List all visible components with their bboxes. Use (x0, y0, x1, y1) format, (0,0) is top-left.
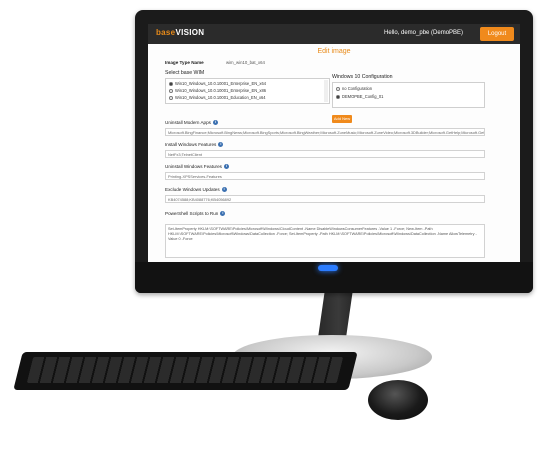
exclude-updates-input[interactable]: KB4074588;KB4088776;KB4056892 (165, 195, 485, 203)
screen: baseVISION Hello, demo_pbe (DemoPBE) Log… (148, 24, 520, 262)
base-wim-list[interactable]: Win10_Windows_10.0.10001_Enterprise_EN_x… (165, 78, 330, 104)
add-config-button[interactable]: Add New (332, 115, 352, 123)
mouse (368, 380, 428, 420)
uninstall-apps-label: Uninstall Modern Apps i (165, 120, 218, 126)
uninstall-features-input[interactable]: Printing-XPSServices-Features (165, 172, 485, 180)
info-icon[interactable]: i (218, 142, 224, 148)
powershell-textarea[interactable]: Set-ItemProperty HKLM:\SOFTWARE\Policies… (165, 224, 485, 258)
page-title: Edit image (317, 48, 351, 55)
install-features-input[interactable]: NetFx3;TelnetClient (165, 150, 485, 158)
win10-config-label: Windows 10 Configuration (332, 74, 393, 80)
info-icon[interactable]: i (223, 164, 229, 170)
powershell-label: PowerShell Scripts to Run i (165, 211, 226, 217)
base-wim-label: Select base WIM (165, 70, 205, 76)
logout-button[interactable]: Logout (480, 27, 514, 41)
brand-logo[interactable]: baseVISION (156, 28, 204, 37)
radio-icon[interactable] (169, 88, 173, 93)
radio-selected-icon[interactable] (169, 81, 173, 86)
info-icon[interactable]: i (212, 120, 218, 126)
win10-config-option[interactable]: DEMOPBE_Config_01 (336, 94, 383, 99)
radio-selected-icon[interactable] (336, 94, 340, 99)
radio-icon[interactable] (336, 86, 340, 91)
win10-config-option[interactable]: no Configuration (336, 86, 372, 91)
top-navbar: baseVISION Hello, demo_pbe (DemoPBE) Log… (148, 24, 520, 44)
uninstall-features-label: Uninstall Windows Features i (165, 164, 229, 170)
base-wim-option[interactable]: Win10_Windows_10.0.10001_Education_EN_x6… (169, 95, 266, 100)
image-type-label: Image Type Name (165, 60, 204, 65)
info-icon[interactable]: i (220, 211, 226, 217)
list-scrollbar[interactable] (324, 80, 328, 102)
user-greeting: Hello, demo_pbe (DemoPBE) (384, 30, 464, 36)
radio-icon[interactable] (169, 95, 173, 100)
uninstall-apps-input[interactable]: Microsoft.BingFinance;Microsoft.BingNews… (165, 128, 485, 136)
keyboard-keys (26, 357, 344, 383)
workstation-scene: baseVISION Hello, demo_pbe (DemoPBE) Log… (0, 0, 541, 452)
info-icon[interactable]: i (221, 187, 227, 193)
image-type-value: wim_win10_bat_x64 (226, 60, 265, 65)
install-features-label: Install Windows Features i (165, 142, 224, 148)
win10-config-list[interactable]: no Configuration DEMOPBE_Config_01 (332, 82, 485, 108)
power-light-icon (318, 265, 338, 271)
exclude-updates-label: Exclude Windows Updates i (165, 187, 227, 193)
base-wim-option[interactable]: Win10_Windows_10.0.10001_Enterprise_EN_x… (169, 88, 266, 93)
base-wim-option[interactable]: Win10_Windows_10.0.10001_Enterprise_EN_x… (169, 81, 266, 86)
